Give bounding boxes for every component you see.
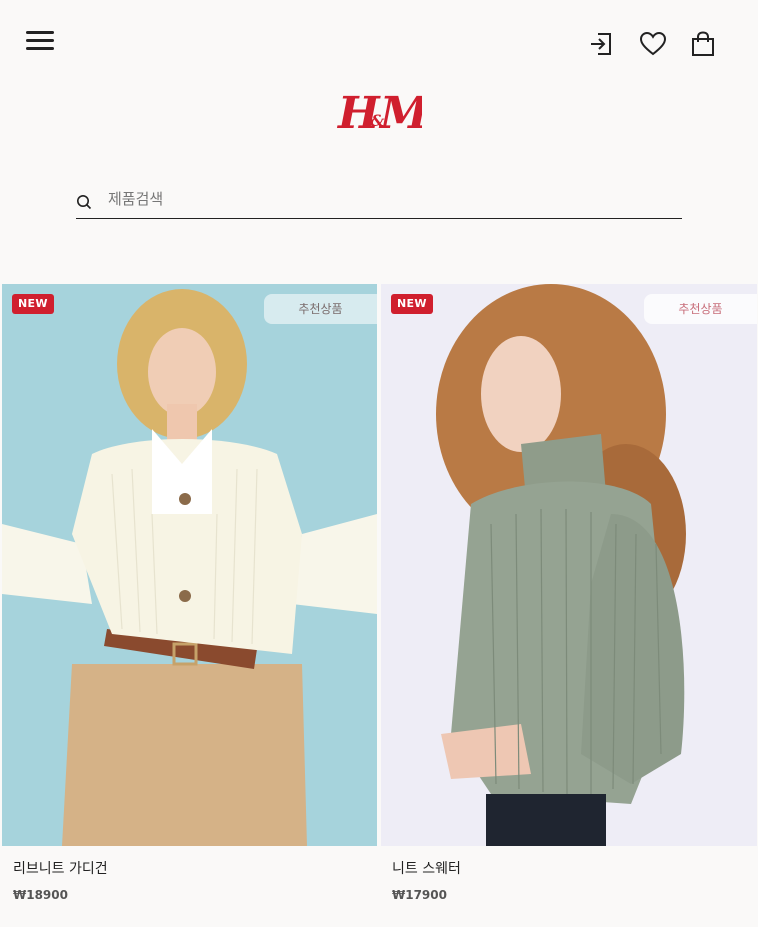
hamburger-menu-icon[interactable] <box>26 31 54 51</box>
new-badge: NEW <box>12 294 54 314</box>
search-bar <box>76 184 682 219</box>
shopping-bag-icon[interactable] <box>689 30 717 58</box>
page: H & M <box>0 0 758 927</box>
recommended-badge: 추천상품 <box>264 294 377 324</box>
product-image[interactable]: NEW 추천상품 <box>2 284 377 846</box>
product-name[interactable]: 니트 스웨터 <box>392 858 757 878</box>
new-badge: NEW <box>391 294 433 314</box>
product-image[interactable]: NEW 추천상품 <box>381 284 757 846</box>
svg-text:M: M <box>378 88 422 138</box>
product-name[interactable]: 리브니트 가디건 <box>13 858 377 878</box>
product-price: ₩18900 <box>13 888 68 902</box>
search-icon[interactable] <box>76 194 92 210</box>
recommended-badge: 추천상품 <box>644 294 757 324</box>
brand-logo[interactable]: H & M <box>336 80 430 139</box>
login-icon[interactable] <box>588 30 616 58</box>
product-card[interactable]: NEW 추천상품 니트 스웨터 ₩17900 <box>381 284 757 902</box>
product-card[interactable]: NEW 추천상품 리브니트 가디건 ₩18900 <box>2 284 377 902</box>
product-price: ₩17900 <box>392 888 447 902</box>
search-input[interactable] <box>108 184 668 214</box>
heart-icon[interactable] <box>639 30 667 58</box>
